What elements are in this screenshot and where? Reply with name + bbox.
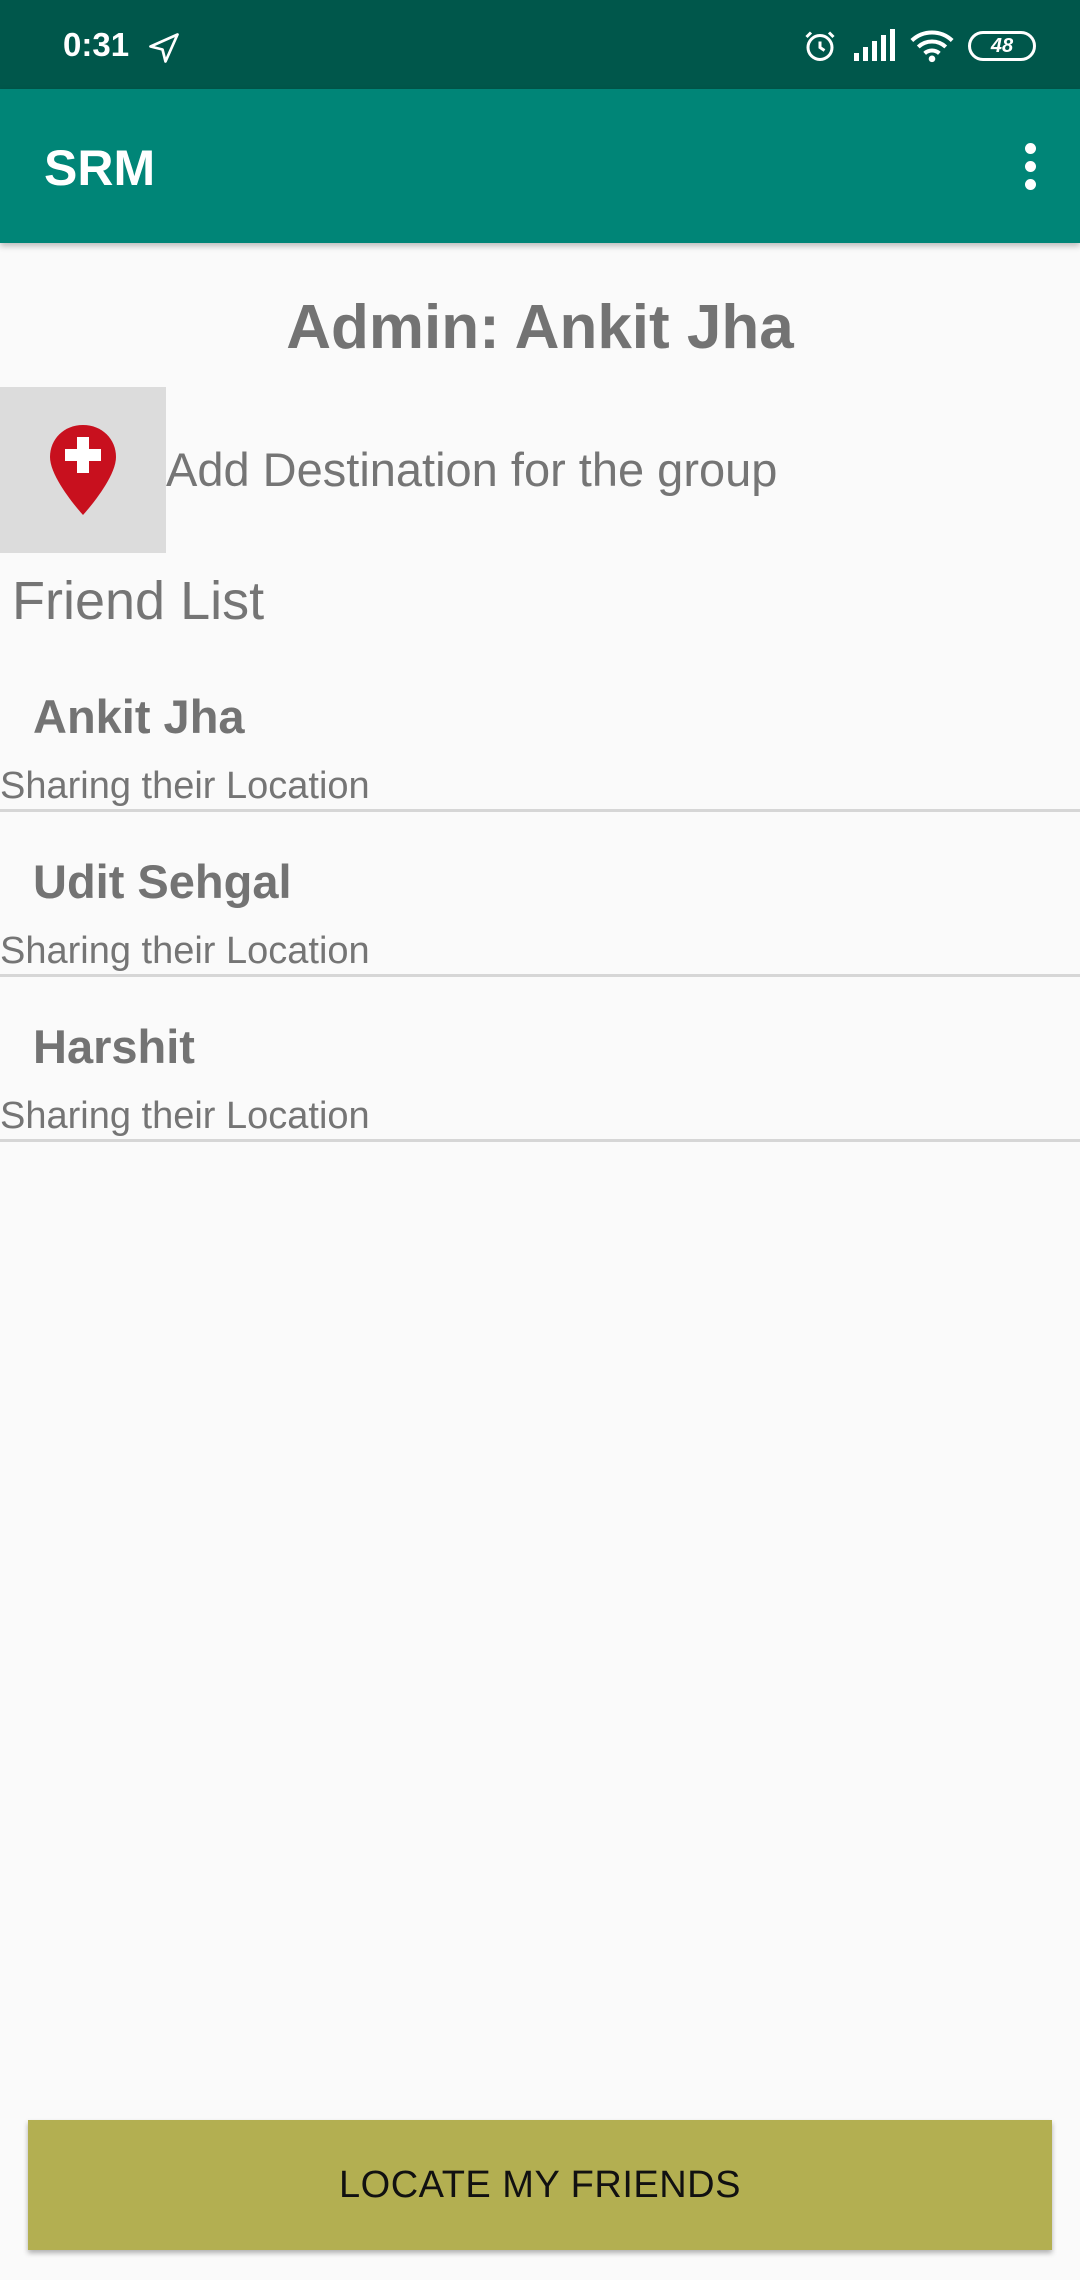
- locate-my-friends-button[interactable]: LOCATE MY FRIENDS: [28, 2120, 1052, 2250]
- status-bar: 0:31 48: [0, 0, 1080, 89]
- friend-status: Sharing their Location: [0, 765, 370, 807]
- add-destination-button[interactable]: [0, 387, 166, 553]
- battery-icon: 48: [968, 31, 1036, 61]
- friend-status: Sharing their Location: [0, 1095, 370, 1137]
- friend-name: Ankit Jha: [33, 690, 245, 743]
- friend-list-title: Friend List: [12, 571, 265, 631]
- status-icons: 48: [802, 24, 1036, 68]
- friend-name: Udit Sehgal: [33, 855, 292, 908]
- alarm-icon: [805, 31, 835, 61]
- navigation-arrow-icon: [149, 33, 179, 63]
- friend-list-item[interactable]: Harshit Sharing their Location: [0, 977, 1080, 1142]
- friend-name: Harshit: [33, 1020, 195, 1073]
- status-time: 0:31: [63, 26, 130, 63]
- app-bar: SRM: [0, 89, 1080, 243]
- battery-level: 48: [990, 34, 1014, 57]
- wifi-icon: [910, 30, 954, 63]
- more-vert-icon[interactable]: [1000, 131, 1060, 201]
- add-location-pin-icon: [50, 425, 116, 515]
- friend-list-item[interactable]: Udit Sehgal Sharing their Location: [0, 812, 1080, 977]
- friend-list-item[interactable]: Ankit Jha Sharing their Location: [0, 647, 1080, 812]
- app-title: SRM: [44, 140, 156, 196]
- add-destination-label[interactable]: Add Destination for the group: [166, 442, 777, 497]
- admin-title: Admin: Ankit Jha: [286, 293, 794, 362]
- signal-icon: [854, 29, 895, 61]
- friend-status: Sharing their Location: [0, 930, 370, 972]
